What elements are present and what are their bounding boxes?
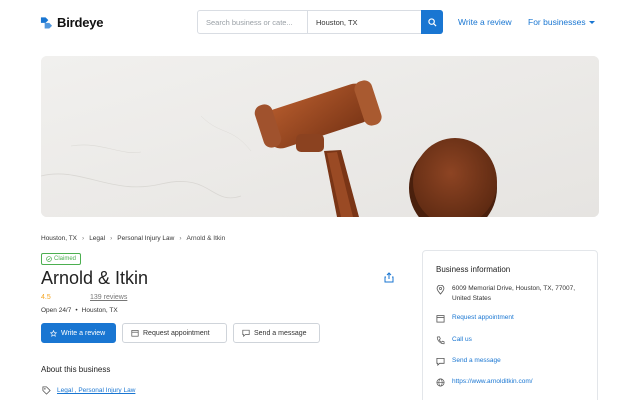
breadcrumb: Houston, TX › Legal › Personal Injury La… bbox=[41, 235, 225, 242]
request-appointment-button[interactable]: Request appointment bbox=[122, 323, 227, 343]
call-row[interactable]: Call us bbox=[436, 335, 472, 345]
calendar-icon bbox=[436, 315, 445, 323]
category-tags: Legal , Personal Injury Law bbox=[42, 386, 135, 395]
action-buttons: Write a review Request appointment Send … bbox=[41, 323, 320, 343]
breadcrumb-separator: › bbox=[179, 235, 182, 242]
request-appointment-link[interactable]: Request appointment bbox=[452, 313, 514, 323]
business-info-heading: Business information bbox=[436, 265, 511, 274]
location-search-input[interactable] bbox=[308, 11, 422, 33]
website-link[interactable]: https://www.arnolditkin.com/ bbox=[452, 377, 533, 387]
meta-dot: • bbox=[75, 307, 78, 314]
logo-text: Birdeye bbox=[57, 14, 104, 30]
chat-icon bbox=[436, 357, 445, 366]
calendar-icon bbox=[131, 330, 139, 337]
claimed-label: Claimed bbox=[54, 256, 77, 262]
location-text: Houston, TX bbox=[81, 307, 118, 314]
write-review-link[interactable]: Write a review bbox=[458, 17, 512, 27]
search-bar bbox=[197, 10, 443, 34]
top-header: Birdeye Write a review For businesses bbox=[0, 0, 640, 44]
write-review-label: Write a review bbox=[61, 329, 106, 337]
send-message-label: Send a message bbox=[254, 329, 307, 337]
birdeye-logo-icon bbox=[40, 17, 53, 29]
star-icon bbox=[50, 329, 57, 337]
check-circle-icon bbox=[46, 256, 52, 262]
birdeye-logo[interactable]: Birdeye bbox=[40, 13, 103, 31]
hero-image-gavel bbox=[41, 56, 599, 217]
website-row[interactable]: https://www.arnolditkin.com/ bbox=[436, 377, 533, 387]
breadcrumb-separator: › bbox=[82, 235, 85, 242]
breadcrumb-current: Arnold & Itkin bbox=[186, 235, 226, 242]
send-message-link[interactable]: Send a message bbox=[452, 356, 501, 366]
for-businesses-menu[interactable]: For businesses bbox=[528, 17, 595, 27]
search-icon bbox=[427, 17, 437, 27]
write-review-button[interactable]: Write a review bbox=[41, 323, 116, 343]
send-message-button[interactable]: Send a message bbox=[233, 323, 320, 343]
category-links[interactable]: Legal , Personal Injury Law bbox=[57, 387, 135, 394]
business-search-input[interactable] bbox=[198, 11, 308, 33]
rating-value: 4.5 bbox=[41, 294, 51, 301]
address-row: 6009 Memorial Drive, Houston, TX, 77007,… bbox=[436, 284, 587, 304]
gavel-illustration bbox=[41, 56, 599, 217]
hours-text: Open 24/7 bbox=[41, 307, 72, 314]
business-name: Arnold & Itkin bbox=[41, 268, 149, 288]
phone-icon bbox=[436, 336, 445, 345]
chevron-down-icon bbox=[588, 21, 595, 25]
business-meta: Open 24/7 • Houston, TX bbox=[41, 307, 118, 314]
share-icon[interactable] bbox=[384, 272, 394, 283]
chat-icon bbox=[242, 329, 250, 337]
claimed-badge: Claimed bbox=[41, 253, 82, 265]
about-heading: About this business bbox=[41, 365, 111, 374]
breadcrumb-separator: › bbox=[110, 235, 113, 242]
message-row[interactable]: Send a message bbox=[436, 356, 501, 366]
breadcrumb-legal[interactable]: Legal bbox=[89, 235, 105, 242]
appointment-row[interactable]: Request appointment bbox=[436, 313, 514, 323]
address-text: 6009 Memorial Drive, Houston, TX, 77007,… bbox=[452, 285, 576, 302]
for-businesses-label: For businesses bbox=[528, 17, 586, 27]
reviews-count-link[interactable]: 139 reviews bbox=[90, 294, 127, 301]
search-button[interactable] bbox=[421, 10, 443, 34]
call-us-link[interactable]: Call us bbox=[452, 335, 472, 345]
location-pin-icon bbox=[436, 285, 445, 295]
breadcrumb-personal-injury-law[interactable]: Personal Injury Law bbox=[117, 235, 174, 242]
breadcrumb-houston[interactable]: Houston, TX bbox=[41, 235, 77, 242]
globe-icon bbox=[436, 378, 445, 387]
request-appointment-label: Request appointment bbox=[143, 329, 210, 337]
business-info-panel: Business information 6009 Memorial Drive… bbox=[422, 250, 598, 400]
tag-icon bbox=[42, 386, 51, 395]
